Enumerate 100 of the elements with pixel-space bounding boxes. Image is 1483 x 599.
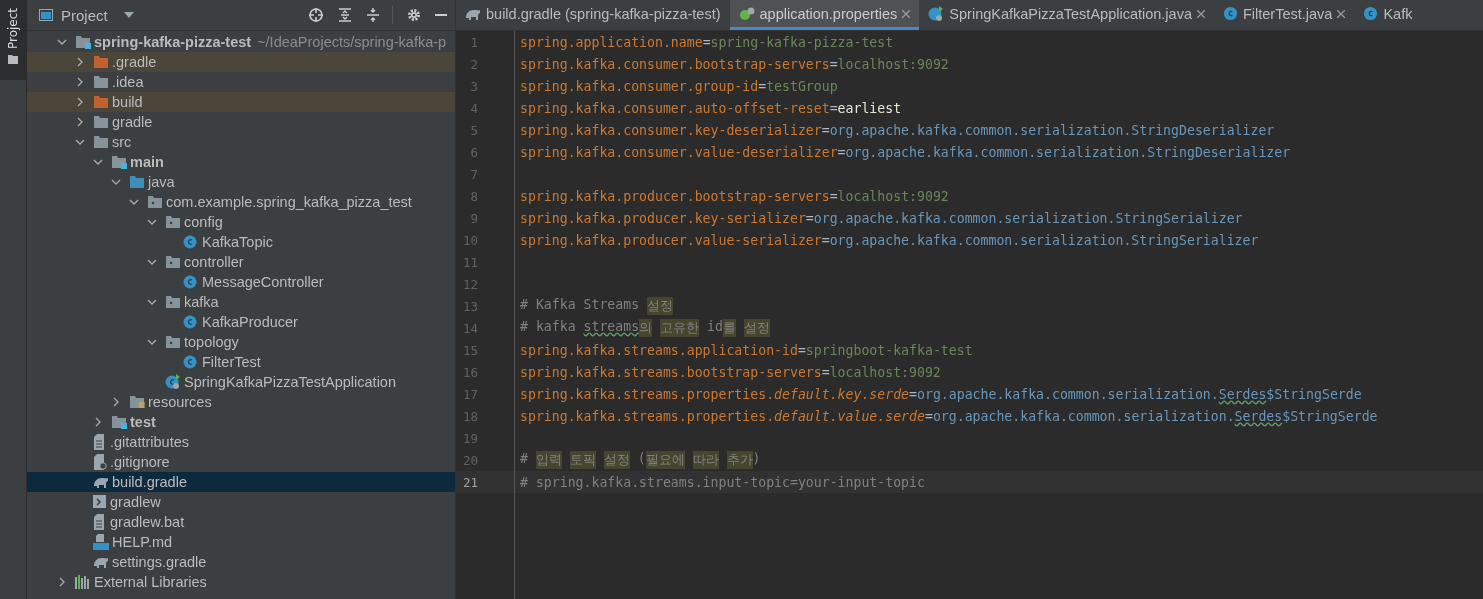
- editor-tab[interactable]: application.properties: [729, 0, 920, 30]
- editor-tab[interactable]: Kafk: [1354, 0, 1422, 30]
- tree-item[interactable]: External Libraries: [27, 572, 455, 592]
- line-number: 20: [461, 452, 478, 468]
- chevron-right-icon[interactable]: [93, 417, 103, 427]
- package-icon: [147, 195, 163, 209]
- highlighted-word: 설정: [647, 297, 674, 315]
- line-number: 5: [469, 122, 478, 138]
- tree-item[interactable]: java: [27, 172, 455, 192]
- property-key: spring.kafka.streams.bootstrap-servers: [520, 364, 822, 380]
- chevron-right-icon[interactable]: [75, 77, 85, 87]
- tree-item[interactable]: config: [27, 212, 455, 232]
- dropdown-caret-icon[interactable]: [123, 12, 134, 18]
- tree-item[interactable]: gradlew.bat: [27, 512, 455, 532]
- line-number: 1: [469, 34, 478, 50]
- tree-item[interactable]: com.example.spring_kafka_pizza_test: [27, 192, 455, 212]
- tree-item[interactable]: gradlew: [27, 492, 455, 512]
- folder-icon: [93, 55, 109, 69]
- equals-sign: =: [821, 122, 830, 138]
- chevron-down-icon[interactable]: [147, 217, 157, 227]
- chevron-down-icon[interactable]: [111, 177, 121, 187]
- collapse-all-icon[interactable]: [366, 8, 380, 22]
- tree-item[interactable]: resources: [27, 392, 455, 412]
- misspelled-word: Serdes: [1218, 386, 1267, 402]
- close-icon[interactable]: [1337, 9, 1346, 18]
- highlighted-word: 토픽: [569, 451, 596, 469]
- folder-icon: [129, 395, 145, 409]
- tree-item[interactable]: .gradle: [27, 52, 455, 72]
- property-value: localhost:9092: [837, 188, 949, 204]
- editor-tab[interactable]: SpringKafkaPizzaTestApplication.java: [919, 0, 1214, 30]
- tree-item[interactable]: topology: [27, 332, 455, 352]
- tree-item[interactable]: controller: [27, 252, 455, 272]
- package-icon: [165, 335, 181, 349]
- line-number: 3: [469, 78, 478, 94]
- folder-icon: [129, 175, 145, 189]
- misspelled-word: Serdes: [1234, 408, 1283, 424]
- tree-item[interactable]: kafka: [27, 292, 455, 312]
- chevron-right-icon[interactable]: [111, 397, 121, 407]
- chevron-down-icon[interactable]: [75, 137, 85, 147]
- tree-item[interactable]: .gitattributes: [27, 432, 455, 452]
- chevron-right-icon[interactable]: [75, 117, 85, 127]
- tree-item[interactable]: spring-kafka-pizza-test ~/IdeaProjects/spring-kafka-p: [27, 32, 455, 52]
- tree-item[interactable]: build: [27, 92, 455, 112]
- tree-item[interactable]: HELP.md: [27, 532, 455, 552]
- libraries-icon: [75, 575, 91, 589]
- tree-item[interactable]: build.gradle: [27, 472, 455, 492]
- property-value: testGroup: [766, 78, 838, 94]
- equals-sign: =: [829, 56, 838, 72]
- editor-tab[interactable]: FilterTest.java: [1213, 0, 1355, 30]
- locate-icon[interactable]: [308, 7, 324, 23]
- package-icon: [165, 255, 181, 269]
- close-icon[interactable]: [1196, 9, 1205, 18]
- equals-sign: =: [805, 210, 814, 226]
- elephant-icon: [93, 476, 109, 488]
- highlighted-word: 추가: [726, 451, 753, 469]
- property-key: spring.kafka.producer.key-serializer: [520, 210, 806, 226]
- tree-item[interactable]: MessageController: [27, 272, 455, 292]
- panel-title[interactable]: Project: [61, 6, 108, 24]
- misspelled-word: streams: [583, 319, 640, 336]
- tree-item[interactable]: .gitignore: [27, 452, 455, 472]
- expand-all-icon[interactable]: [338, 8, 352, 22]
- property-key: default.value.serde: [774, 408, 925, 424]
- highlighted-word: 설정: [603, 451, 630, 469]
- line-number: 9: [469, 210, 478, 226]
- chevron-down-icon[interactable]: [147, 297, 157, 307]
- spring-class-icon: [928, 5, 945, 22]
- highlighted-word: 설정: [743, 319, 770, 337]
- close-icon[interactable]: [902, 9, 911, 18]
- tree-item[interactable]: test: [27, 412, 455, 432]
- tree-item[interactable]: KafkaTopic: [27, 232, 455, 252]
- tree-item[interactable]: SpringKafkaPizzaTestApplication: [27, 372, 455, 392]
- chevron-right-icon[interactable]: [75, 97, 85, 107]
- line-number: 19: [461, 430, 478, 446]
- line-number: 21: [461, 474, 478, 490]
- chevron-down-icon[interactable]: [57, 37, 67, 47]
- tree-item[interactable]: gradle: [27, 112, 455, 132]
- chevron-down-icon[interactable]: [129, 197, 139, 207]
- equals-sign: =: [837, 144, 846, 160]
- chevron-right-icon[interactable]: [57, 577, 67, 587]
- class-icon: [183, 314, 199, 330]
- comment-text: # Kafka Streams: [520, 297, 641, 314]
- settings-icon[interactable]: [407, 8, 421, 22]
- chevron-down-icon[interactable]: [147, 257, 157, 267]
- tree-item[interactable]: settings.gradle: [27, 552, 455, 572]
- folder-icon: [111, 415, 127, 429]
- class-name: org.apache.kafka.common.serialization.: [917, 386, 1219, 402]
- tree-item[interactable]: KafkaProducer: [27, 312, 455, 332]
- class-icon: [183, 234, 199, 250]
- project-tool-tab[interactable]: Project: [0, 0, 26, 80]
- tree-item[interactable]: main: [27, 152, 455, 172]
- chevron-down-icon[interactable]: [147, 337, 157, 347]
- tree-item[interactable]: FilterTest: [27, 352, 455, 372]
- folder-icon: [8, 55, 18, 65]
- chevron-down-icon[interactable]: [93, 157, 103, 167]
- chevron-right-icon[interactable]: [75, 57, 85, 67]
- editor-tab[interactable]: build.gradle (spring-kafka-pizza-test): [456, 0, 730, 30]
- tree-item[interactable]: src: [27, 132, 455, 152]
- tree-item[interactable]: .idea: [27, 72, 455, 92]
- folder-icon: [93, 95, 109, 109]
- class-name: org.apache.kafka.common.serialization.StringDeserializer: [829, 122, 1275, 138]
